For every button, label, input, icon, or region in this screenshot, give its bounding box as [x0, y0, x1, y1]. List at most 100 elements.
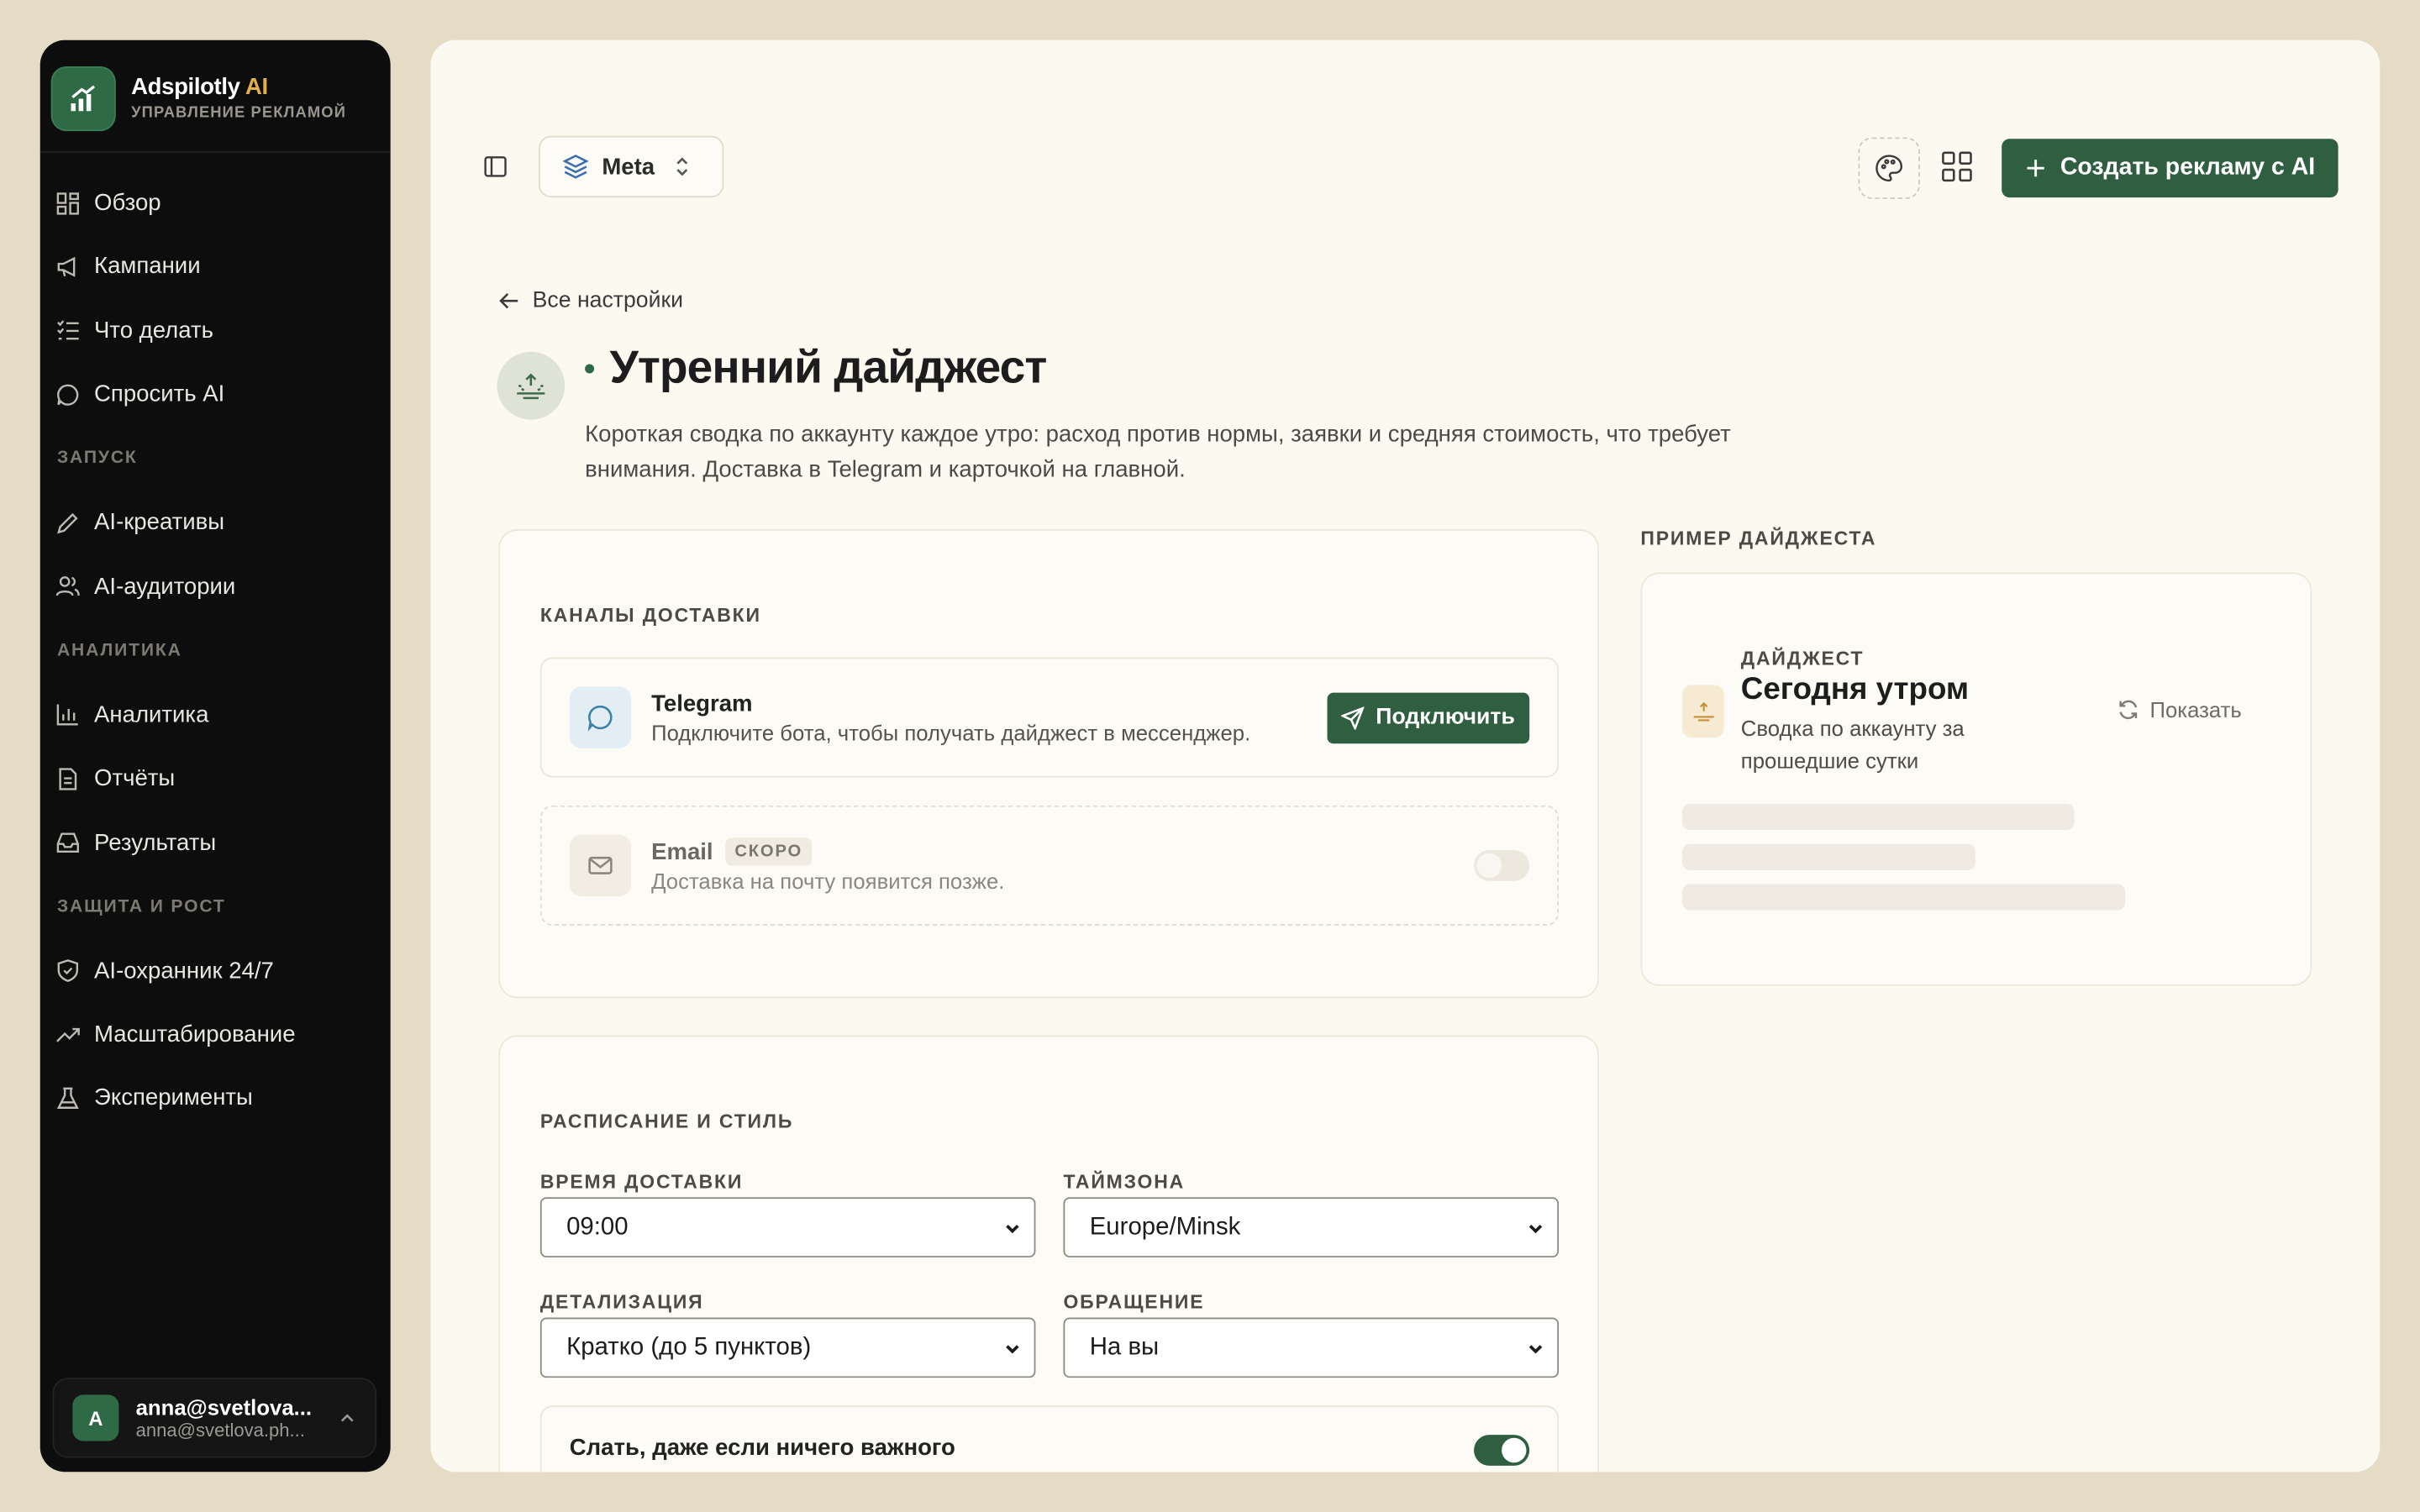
delivery-channels-card: КАНАЛЫ ДОСТАВКИ Telegram Подключите бота…	[498, 528, 1599, 999]
digest-preview-card: ДАЙДЖЕСТ Сегодня утром Сводка по аккаунт…	[1640, 572, 2312, 986]
telegram-channel: Telegram Подключите бота, чтобы получать…	[539, 657, 1560, 778]
logo-icon	[52, 66, 114, 129]
card-title: РАСПИСАНИЕ И СТИЛЬ	[539, 1110, 794, 1133]
address-label: ОБРАЩЕНИЕ	[1063, 1291, 1205, 1314]
sidebar-item-label: Отчёты	[94, 765, 176, 792]
sidebar-item-experiments[interactable]: Эксперименты	[40, 1067, 391, 1131]
flask-icon	[56, 1087, 79, 1109]
sidebar-item-ask-ai[interactable]: Спросить AI	[40, 362, 391, 426]
inbox-icon	[56, 832, 79, 853]
delivery-time-value: 09:00	[566, 1213, 629, 1240]
email-channel: Email СКОРО Доставка на почту появится по…	[539, 805, 1560, 927]
users-icon	[55, 576, 80, 596]
sidebar-item-label: Масштабирование	[94, 1021, 296, 1048]
sidebar-panel-icon	[484, 156, 507, 177]
sidebar-item-label: Эксперименты	[94, 1084, 253, 1112]
plus-icon	[2027, 160, 2044, 177]
show-label: Показать	[2149, 697, 2242, 722]
user-email: anna@svetlova.ph...	[135, 1419, 305, 1441]
preview-section-label: ПРИМЕР ДАЙДЖЕСТА	[1640, 528, 1877, 549]
sidebar-item-results[interactable]: Результаты	[40, 811, 391, 874]
create-ad-label: Создать рекламу с AI	[2060, 154, 2316, 181]
back-label: Все настройки	[532, 288, 684, 313]
sidebar-section-launch: ЗАПУСК	[56, 449, 138, 468]
card-title: КАНАЛЫ ДОСТАВКИ	[539, 604, 761, 627]
timezone-select[interactable]: Europe/Minsk	[1063, 1197, 1560, 1257]
chevron-down-icon	[1006, 1224, 1019, 1234]
always-send-label: Слать, даже если ничего важного	[569, 1435, 955, 1462]
telegram-icon	[569, 686, 632, 748]
page-description: Короткая сводка по аккаунту каждое утро:…	[585, 421, 1731, 483]
chevron-down-icon	[1006, 1345, 1019, 1354]
shield-icon	[57, 959, 79, 983]
avatar: A	[72, 1394, 119, 1441]
email-toggle[interactable]	[1474, 850, 1530, 881]
sidebar-item-label: AI-креативы	[94, 509, 225, 536]
preview-subtitle: Сводка по аккаунту за прошедшие сутки	[1740, 716, 1965, 774]
user-name: anna@svetlova...	[135, 1394, 313, 1420]
channel-description: Подключите бота, чтобы получать дайджест…	[651, 719, 1251, 745]
sidebar-item-label: Спросить AI	[94, 381, 225, 407]
skeleton-line	[1682, 884, 2126, 911]
chevron-updown-icon	[676, 157, 688, 176]
back-link[interactable]: Все настройки	[498, 288, 684, 313]
detail-select[interactable]: Кратко (до 5 пунктов)	[539, 1317, 1036, 1378]
create-ad-button[interactable]: Создать рекламу с AI	[2002, 139, 2338, 198]
sidebar-item-label: AI-аудитории	[94, 573, 236, 600]
palette-icon	[1876, 155, 1903, 182]
address-select[interactable]: На вы	[1063, 1317, 1560, 1378]
brand-subtitle: УПРАВЛЕНИЕ РЕКЛАМОЙ	[131, 104, 347, 123]
send-icon	[1341, 706, 1365, 729]
channel-description: Доставка на почту появится позже.	[651, 869, 1005, 894]
sidebar-toggle-button[interactable]	[483, 155, 508, 187]
connect-telegram-button[interactable]: Подключить	[1327, 691, 1530, 743]
sunrise-icon	[1682, 685, 1724, 738]
dashboard-icon	[56, 192, 79, 214]
skeleton-line	[1682, 803, 2075, 831]
brand[interactable]: Adspilotly AI УПРАВЛЕНИЕ РЕКЛАМОЙ	[39, 40, 391, 153]
apps-button[interactable]	[1940, 150, 1974, 192]
address-value: На вы	[1089, 1333, 1160, 1361]
chevron-down-icon	[1528, 1345, 1543, 1354]
brand-name: Adspilotly AI	[131, 74, 268, 101]
always-send-toggle[interactable]	[1474, 1435, 1530, 1466]
sidebar-item-ai-audiences[interactable]: AI-аудитории	[40, 554, 391, 618]
sidebar-item-scaling[interactable]: Масштабирование	[40, 1003, 391, 1067]
detail-value: Кратко (до 5 пунктов)	[566, 1333, 812, 1361]
sidebar-section-analytics: АНАЛИТИКА	[56, 641, 182, 660]
bar-chart-icon	[56, 705, 78, 727]
delivery-time-select[interactable]: 09:00	[539, 1197, 1036, 1257]
checklist-icon	[57, 320, 79, 340]
sunrise-icon	[497, 351, 566, 420]
user-menu[interactable]: A anna@svetlova... anna@svetlova.ph...	[52, 1378, 377, 1458]
timezone-value: Europe/Minsk	[1089, 1213, 1241, 1240]
preview-kicker: ДАЙДЖЕСТ	[1740, 648, 1865, 670]
refresh-icon	[2119, 700, 2138, 720]
sidebar-item-analytics[interactable]: Аналитика	[40, 683, 391, 747]
sidebar-item-ai-creatives[interactable]: AI-креативы	[40, 491, 391, 554]
arrow-left-icon	[499, 292, 518, 309]
trend-up-icon	[56, 1027, 80, 1042]
theme-button[interactable]	[1858, 137, 1920, 199]
chevron-down-icon	[1528, 1224, 1543, 1234]
schedule-style-card: РАСПИСАНИЕ И СТИЛЬ ВРЕМЯ ДОСТАВКИ 09:00 …	[498, 1035, 1599, 1473]
show-button[interactable]: Показать	[2118, 697, 2242, 722]
platform-label: Meta	[602, 153, 655, 180]
layers-icon	[562, 155, 589, 179]
sidebar-item-label: Кампании	[94, 254, 201, 281]
sidebar-item-campaigns[interactable]: Кампании	[40, 235, 391, 299]
sidebar-item-reports[interactable]: Отчёты	[40, 747, 391, 811]
skeleton-line	[1682, 843, 1975, 870]
main-content: Meta Создать рекламу с AI Все настройки …	[430, 39, 2381, 1473]
status-dot	[585, 364, 595, 374]
chat-icon	[57, 383, 79, 405]
sidebar-item-overview[interactable]: Обзор	[40, 171, 391, 235]
sidebar-item-label: Результаты	[94, 829, 217, 856]
sidebar-item-label: Аналитика	[94, 701, 209, 728]
sidebar-item-todo[interactable]: Что делать	[40, 299, 391, 363]
mail-icon	[569, 834, 632, 897]
platform-selector[interactable]: Meta	[539, 135, 724, 198]
sidebar-item-ai-guard[interactable]: AI-охранник 24/7	[40, 939, 391, 1003]
connect-label: Подключить	[1376, 705, 1515, 730]
pencil-icon	[57, 512, 78, 534]
